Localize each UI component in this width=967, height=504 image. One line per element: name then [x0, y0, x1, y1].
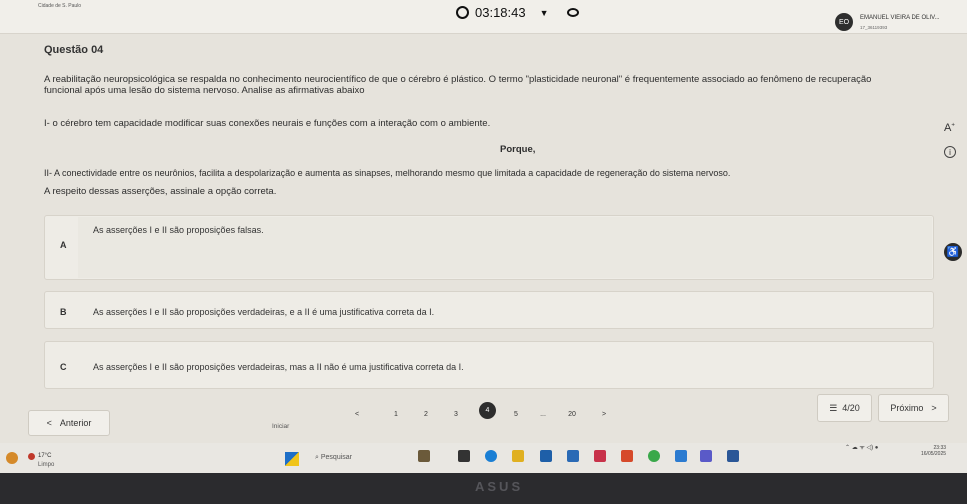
option-c[interactable]: C As asserções I e II são proposições ve…: [44, 341, 934, 389]
system-clock[interactable]: 23:33 16/05/2025: [921, 445, 946, 457]
option-text: As asserções I e II são proposições fals…: [93, 225, 264, 235]
font-size-icon[interactable]: A+: [944, 122, 955, 134]
office-icon[interactable]: [621, 450, 633, 462]
chevron-right-icon: >: [931, 403, 937, 413]
store-icon[interactable]: [540, 450, 552, 462]
option-b[interactable]: B As asserções I e II são proposições ve…: [44, 291, 934, 329]
accessibility-icon[interactable]: ♿: [944, 243, 962, 261]
previous-label: Anterior: [59, 418, 92, 428]
document-app-icon[interactable]: [727, 450, 739, 462]
question-title: Questão 04: [44, 44, 104, 56]
question-list-button[interactable]: ☰ 4/20: [817, 394, 872, 422]
eye-icon[interactable]: [566, 8, 579, 17]
statement-1: I- o cérebro tem capacidade modificar su…: [44, 118, 491, 129]
taskbar-search[interactable]: ⌕ Pesquisar: [315, 454, 352, 462]
option-text: As asserções I e II são proposições verd…: [93, 307, 435, 317]
start-link[interactable]: Iniciar: [272, 423, 289, 430]
clock-date: 16/05/2025: [921, 451, 947, 457]
option-letter: A: [60, 240, 67, 250]
option-a[interactable]: A As asserções I e II são proposições fa…: [44, 215, 934, 280]
app-icon[interactable]: [567, 450, 579, 462]
brand-logo: Cidade de S. Paulo: [38, 3, 82, 9]
page-prev-arrow[interactable]: <: [350, 411, 364, 418]
weather-temperature: 17°C: [38, 453, 52, 459]
file-explorer-icon[interactable]: [512, 450, 524, 462]
widget-icon[interactable]: [418, 450, 430, 462]
next-label: Próximo: [890, 403, 924, 413]
next-button[interactable]: Próximo >: [878, 394, 949, 422]
user-name: EMANUEL VIEIRA DE OLIV...: [860, 15, 940, 21]
teams-icon[interactable]: [675, 450, 687, 462]
bezel-logo: ASUS: [475, 479, 524, 494]
taskview-icon[interactable]: [458, 450, 470, 462]
option-text: As asserções I e II são proposições verd…: [93, 362, 464, 372]
laptop-bezel: ASUS: [0, 473, 967, 504]
info-icon[interactable]: i: [944, 146, 956, 158]
question-paragraph: A reabilitação neuropsicológica se respa…: [44, 74, 872, 85]
edge-browser-icon[interactable]: [485, 450, 497, 462]
user-id: 17_36119393: [860, 25, 888, 30]
os-taskbar: 17°C Limpo ⌕ Pesquisar ⌃ ☁ ᯤ ◁) ● 23:33 …: [0, 443, 967, 473]
connector-text: Porque,: [500, 144, 536, 155]
page-ellipsis: ...: [540, 411, 546, 418]
timer-value: 03:18:43: [475, 5, 526, 20]
page-link-current[interactable]: 4: [479, 402, 496, 419]
chevron-left-icon: <: [46, 418, 52, 428]
mail-icon[interactable]: [594, 450, 606, 462]
option-letter: B: [60, 307, 67, 317]
exam-timer: 03:18:43 ▼: [456, 5, 579, 20]
page-next-arrow[interactable]: >: [597, 411, 611, 418]
weather-condition: Limpo: [38, 462, 55, 468]
question-paragraph-cont: funcional após uma lesão do sistema nerv…: [44, 85, 365, 96]
page-link[interactable]: 5: [509, 411, 523, 418]
top-bar: Cidade de S. Paulo 03:18:43 ▼ EO EMANUEL…: [0, 0, 967, 34]
word-icon[interactable]: [700, 450, 712, 462]
page-link[interactable]: 3: [449, 411, 463, 418]
page-link[interactable]: 20: [565, 411, 579, 418]
previous-button[interactable]: < Anterior: [28, 410, 110, 436]
option-letter: C: [60, 362, 67, 372]
windows-start-icon[interactable]: [285, 452, 299, 466]
list-icon: ☰: [829, 402, 838, 413]
chevron-down-icon[interactable]: ▼: [540, 8, 549, 18]
avatar[interactable]: EO: [835, 13, 853, 31]
question-prompt: A respeito dessas asserções, assinale a …: [44, 186, 277, 197]
notification-badge: [28, 453, 35, 460]
stopwatch-icon: [456, 6, 469, 19]
page-link[interactable]: 1: [389, 411, 403, 418]
chrome-icon[interactable]: [648, 450, 660, 462]
page-link[interactable]: 2: [419, 411, 433, 418]
statement-2: II- A conectividade entre os neurônios, …: [44, 168, 731, 178]
question-counter: 4/20: [842, 403, 860, 413]
system-tray[interactable]: ⌃ ☁ ᯤ ◁) ●: [845, 443, 878, 451]
weather-icon[interactable]: [6, 452, 18, 464]
